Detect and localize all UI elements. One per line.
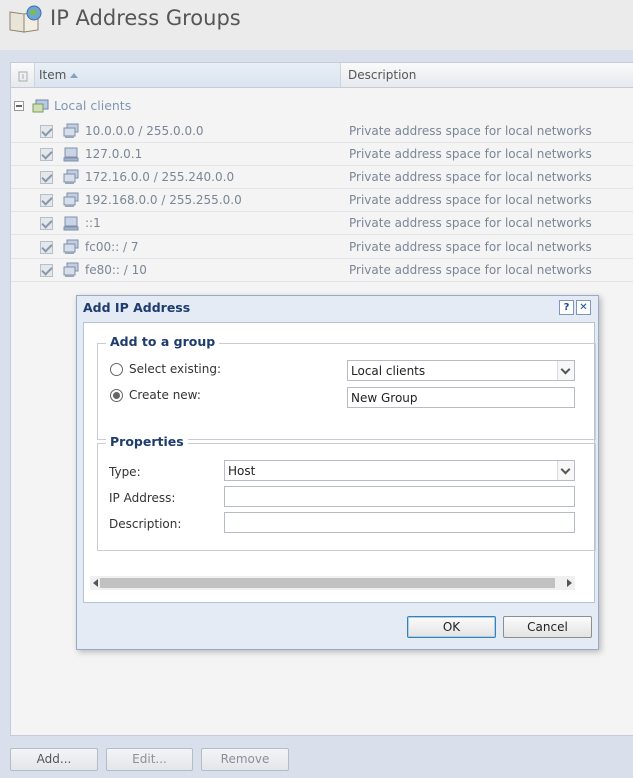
page-header: IP Address Groups (0, 0, 633, 50)
new-group-input[interactable]: New Group (347, 387, 575, 408)
group-row-local-clients[interactable]: Local clients (11, 95, 633, 117)
table-row[interactable]: 127.0.0.1 Private address space for local… (11, 143, 633, 167)
horizontal-scrollbar[interactable] (90, 576, 575, 590)
row-description: Private address space for local networks (349, 124, 592, 138)
create-new-label: Create new: (129, 388, 201, 402)
type-select[interactable]: Host (224, 460, 575, 481)
row-checkbox[interactable] (40, 148, 53, 162)
table-row[interactable]: fe80:: / 10 Private address space for loc… (11, 259, 633, 282)
create-new-radio[interactable] (110, 389, 123, 402)
add-ip-address-dialog: Add IP Address ? ✕ Add to a group Select… (76, 295, 599, 650)
scrollbar-thumb[interactable] (100, 578, 555, 588)
existing-group-value: Local clients (351, 364, 426, 378)
type-label: Type: (109, 465, 141, 479)
edit-button[interactable]: Edit... (106, 748, 193, 771)
help-button[interactable]: ? (559, 300, 574, 315)
lock-icon (18, 71, 28, 82)
row-item: 192.168.0.0 / 255.255.0.0 (85, 193, 242, 208)
group-section-legend: Add to a group (106, 334, 220, 349)
table-row[interactable]: fc00:: / 7 Private address space for loca… (11, 236, 633, 259)
row-checkbox[interactable] (40, 171, 53, 185)
cancel-button[interactable]: Cancel (503, 616, 592, 638)
row-checkbox[interactable] (40, 194, 53, 208)
row-item: 127.0.0.1 (85, 147, 143, 162)
dialog-body: Add to a group Select existing: Local cl… (83, 322, 596, 603)
row-description: Private address space for local networks (349, 170, 592, 185)
ok-button[interactable]: OK (407, 616, 496, 638)
select-existing-radio[interactable] (110, 363, 123, 376)
row-description: Private address space for local networks (349, 216, 592, 231)
column-header-description-label: Description (348, 68, 417, 82)
scroll-left-icon[interactable] (93, 579, 98, 587)
chevron-down-icon[interactable] (557, 361, 574, 380)
collapse-icon[interactable] (14, 101, 24, 111)
row-checkbox[interactable] (40, 217, 53, 231)
close-button[interactable]: ✕ (576, 300, 591, 315)
type-value: Host (228, 464, 256, 478)
book-globe-icon (9, 5, 42, 33)
add-button[interactable]: Add... (10, 748, 98, 771)
row-description: Private address space for local networks (349, 147, 592, 162)
network-icon (63, 262, 79, 277)
column-header-item-label: Item (39, 68, 67, 82)
page-title: IP Address Groups (50, 6, 241, 30)
row-checkbox[interactable] (40, 125, 53, 138)
scroll-right-icon[interactable] (567, 579, 572, 587)
group-computers-icon (32, 99, 49, 113)
column-header-checkbox[interactable] (11, 63, 35, 87)
column-header-description[interactable]: Description (342, 63, 633, 87)
ip-address-label: IP Address: (109, 491, 176, 505)
row-description: Private address space for local networks (349, 239, 592, 254)
group-label: Local clients (54, 98, 132, 113)
network-icon (63, 239, 79, 254)
network-icon (63, 192, 79, 208)
existing-group-select[interactable]: Local clients (347, 360, 575, 381)
host-icon (63, 147, 79, 162)
row-item: fe80:: / 10 (85, 262, 147, 277)
grid-header: Item Description (11, 63, 633, 88)
sort-ascending-icon (70, 73, 79, 78)
dialog-title: Add IP Address (83, 300, 191, 315)
column-header-item[interactable]: Item (35, 63, 341, 87)
row-description: Private address space for local networks (349, 193, 592, 208)
row-item: ::1 (85, 216, 101, 231)
select-existing-label: Select existing: (129, 362, 221, 376)
network-icon (63, 123, 79, 138)
row-description: Private address space for local networks (349, 262, 592, 277)
row-item: fc00:: / 7 (85, 239, 139, 254)
table-row[interactable]: 192.168.0.0 / 255.255.0.0 Private address… (11, 189, 633, 213)
row-item: 10.0.0.0 / 255.0.0.0 (85, 124, 204, 138)
ip-address-input[interactable] (224, 486, 575, 507)
chevron-down-icon[interactable] (557, 461, 574, 480)
row-checkbox[interactable] (40, 263, 53, 277)
network-icon (63, 169, 79, 185)
host-icon (63, 216, 79, 231)
table-row[interactable]: ::1 Private address space for local netwo… (11, 212, 633, 236)
description-input[interactable] (224, 512, 575, 533)
properties-legend: Properties (106, 434, 188, 449)
row-item: 172.16.0.0 / 255.240.0.0 (85, 170, 235, 185)
table-row[interactable]: 10.0.0.0 / 255.0.0.0 Private address spac… (11, 120, 633, 143)
table-row[interactable]: 172.16.0.0 / 255.240.0.0 Private address … (11, 166, 633, 190)
remove-button[interactable]: Remove (201, 748, 289, 771)
new-group-value: New Group (351, 391, 418, 405)
row-checkbox[interactable] (40, 240, 53, 254)
description-label: Description: (109, 517, 182, 531)
